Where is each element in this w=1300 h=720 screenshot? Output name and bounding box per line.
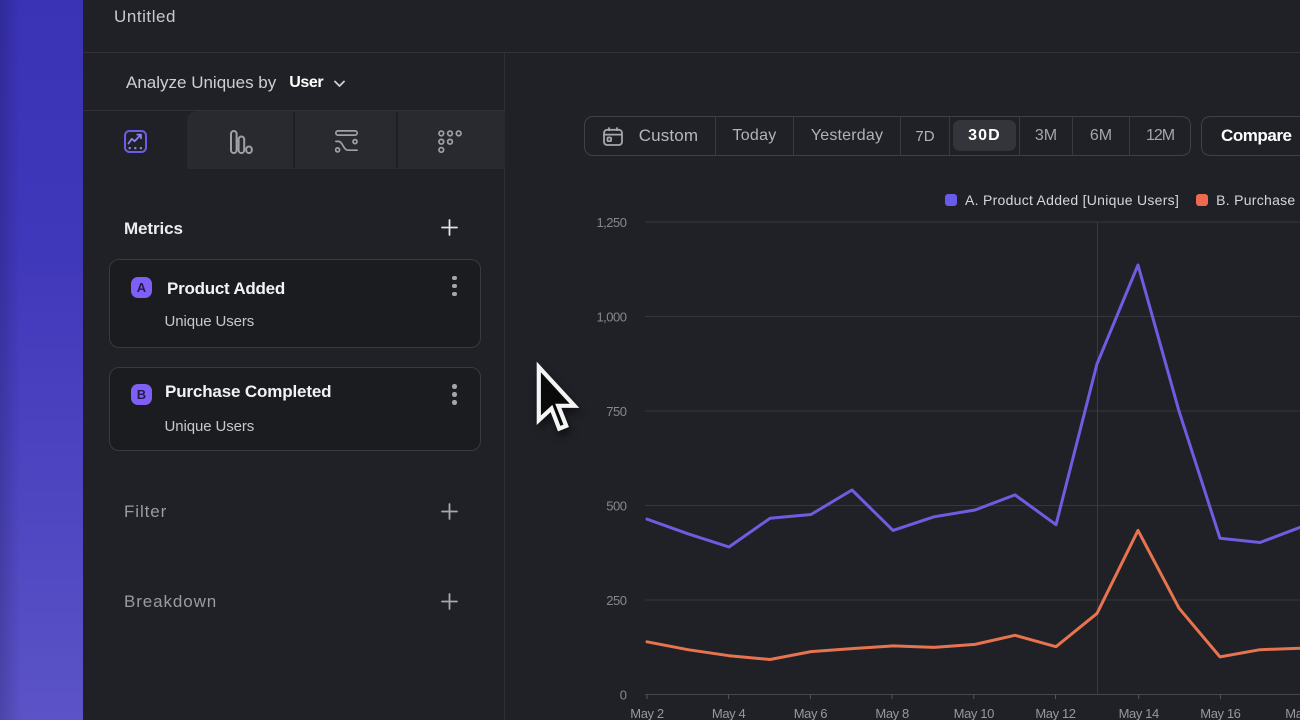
svg-text:250: 250 <box>606 593 626 608</box>
svg-text:0: 0 <box>620 688 627 703</box>
svg-text:May 1: May 1 <box>1285 706 1300 720</box>
svg-text:May 16: May 16 <box>1200 706 1240 720</box>
svg-text:May 4: May 4 <box>712 706 746 720</box>
svg-text:1,250: 1,250 <box>596 215 626 230</box>
svg-text:750: 750 <box>606 404 626 419</box>
svg-text:May 14: May 14 <box>1119 706 1159 720</box>
svg-text:May 8: May 8 <box>875 706 909 720</box>
svg-text:1,000: 1,000 <box>596 310 626 325</box>
svg-text:May 12: May 12 <box>1035 706 1075 720</box>
svg-text:May 2: May 2 <box>630 706 664 720</box>
svg-text:May 10: May 10 <box>954 706 994 720</box>
svg-text:500: 500 <box>606 499 626 514</box>
svg-text:May 6: May 6 <box>794 706 828 720</box>
